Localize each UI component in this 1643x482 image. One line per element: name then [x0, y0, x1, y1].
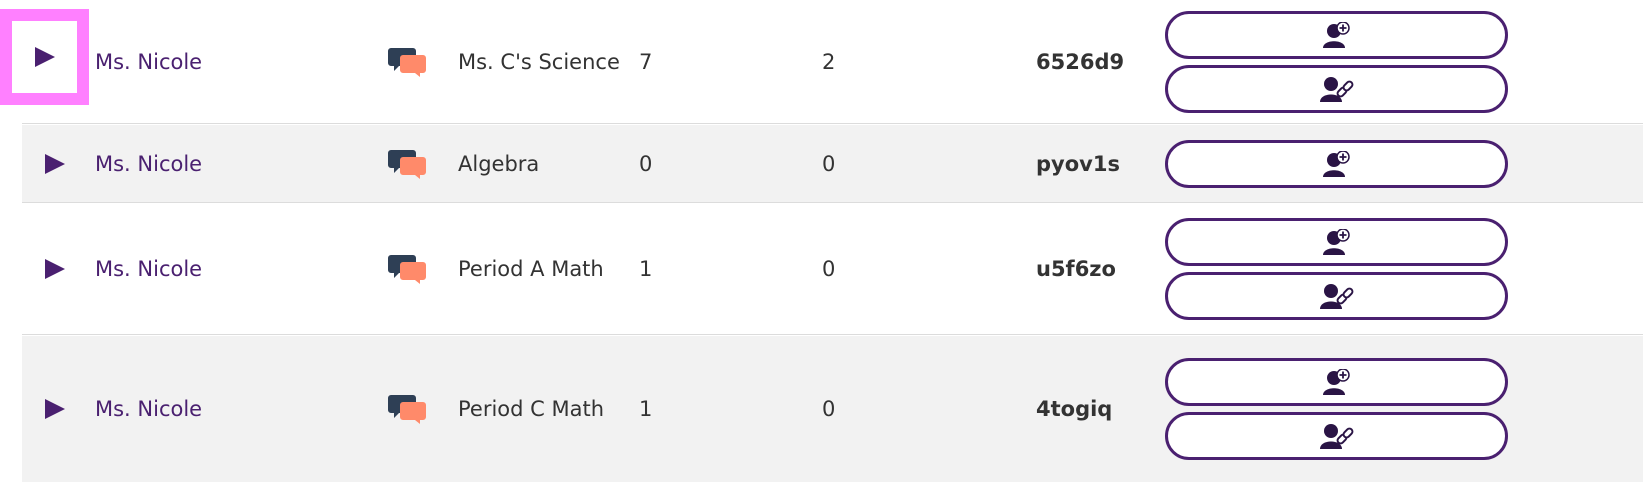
expand-row-button[interactable]	[0, 9, 89, 105]
active-count: 0	[822, 151, 836, 176]
add-student-icon	[1322, 229, 1350, 255]
class-name[interactable]: Ms. C's Science	[458, 0, 628, 123]
student-count: 1	[639, 397, 653, 421]
teacher-name[interactable]: Ms. Nicole	[95, 336, 375, 482]
add-student-icon	[1322, 369, 1350, 395]
add-student-button[interactable]	[1165, 10, 1508, 59]
table-row: Ms. Nicole Period A Math 1 0 u5f6zo	[22, 204, 1643, 335]
class-code: 6526d9	[1036, 49, 1125, 74]
student-count: 0	[639, 151, 653, 176]
add-student-icon	[1322, 150, 1350, 177]
chat-icon[interactable]	[387, 393, 427, 425]
expand-row-button[interactable]	[35, 389, 75, 429]
play-icon	[34, 47, 55, 67]
teacher-name[interactable]: Ms. Nicole	[95, 0, 375, 123]
class-name[interactable]: Algebra	[458, 125, 628, 202]
student-count: 7	[639, 49, 653, 74]
chat-icon[interactable]	[387, 148, 427, 180]
class-name[interactable]: Period A Math	[458, 204, 628, 334]
class-code: 4togiq	[1036, 397, 1113, 421]
active-count: 0	[822, 257, 836, 281]
active-count: 2	[822, 49, 836, 74]
chat-icon[interactable]	[387, 46, 427, 78]
chat-icon[interactable]	[387, 253, 427, 285]
class-table: Ms. Nicole Ms. C's Science 7 2 6526d9 Ms…	[0, 0, 1643, 482]
link-student-button[interactable]	[1165, 64, 1508, 113]
student-count: 1	[639, 257, 653, 281]
play-icon	[45, 399, 65, 419]
expand-row-button[interactable]	[35, 144, 75, 184]
add-student-button[interactable]	[1165, 358, 1508, 406]
add-student-button[interactable]	[1165, 139, 1508, 188]
teacher-name[interactable]: Ms. Nicole	[95, 204, 375, 334]
play-icon	[45, 153, 65, 174]
active-count: 0	[822, 397, 836, 421]
class-name[interactable]: Period C Math	[458, 336, 628, 482]
link-student-icon	[1319, 424, 1353, 449]
expand-row-button[interactable]	[35, 249, 75, 289]
teacher-name[interactable]: Ms. Nicole	[95, 125, 375, 202]
link-student-icon	[1319, 76, 1353, 102]
link-student-button[interactable]	[1165, 412, 1508, 460]
play-icon	[45, 259, 65, 279]
class-code: pyov1s	[1036, 151, 1120, 176]
table-row: Ms. Nicole Algebra 0 0 pyov1s	[22, 125, 1643, 203]
class-code: u5f6zo	[1036, 257, 1116, 281]
link-student-icon	[1319, 284, 1353, 309]
table-row: Ms. Nicole Ms. C's Science 7 2 6526d9	[0, 0, 1643, 124]
add-student-button[interactable]	[1165, 218, 1508, 266]
table-row: Ms. Nicole Period C Math 1 0 4togiq	[22, 336, 1643, 482]
link-student-button[interactable]	[1165, 272, 1508, 320]
add-student-icon	[1322, 21, 1350, 48]
